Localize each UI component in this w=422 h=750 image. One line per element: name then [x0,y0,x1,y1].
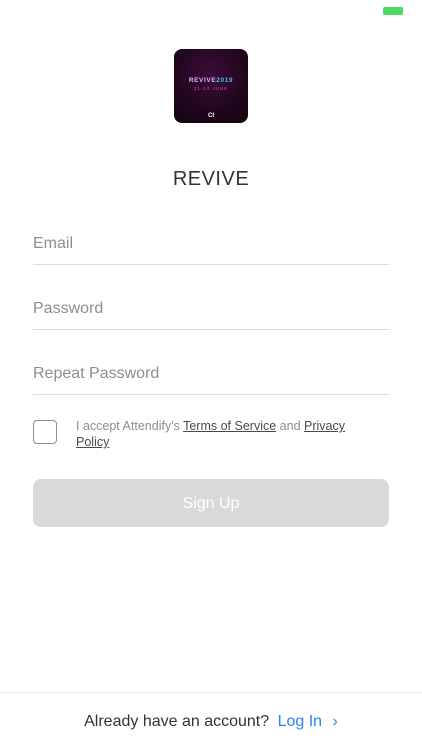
terms-of-service-link[interactable]: Terms of Service [183,419,276,433]
terms-prefix: I accept Attendify's [76,419,184,433]
repeat-password-field [33,354,389,395]
battery-icon [383,7,403,15]
password-input[interactable] [33,289,389,329]
signup-screen: REVIVE2019 21-23 JUNE CI REVIVE I accept… [0,0,422,750]
footer: Already have an account? Log In › [0,692,422,750]
logo-year: 2019 [216,77,234,84]
terms-text: I accept Attendify's Terms of Service an… [76,418,376,450]
repeat-password-input[interactable] [33,354,389,394]
email-input[interactable] [33,224,389,264]
app-logo: REVIVE2019 21-23 JUNE CI [174,49,248,123]
page-title: REVIVE [172,168,250,190]
log-in-link[interactable]: Log In [278,713,322,730]
logo-title: REVIVE2019 [174,77,248,84]
logo-word: REVIVE [188,77,217,84]
logo-dates: 21-23 JUNE [193,86,229,91]
terms-checkbox[interactable] [33,420,57,444]
email-field [33,224,389,265]
password-field [33,289,389,330]
terms-middle: and [276,419,304,433]
login-prompt: Already have an account? [84,713,270,730]
chevron-right-icon[interactable]: › [333,693,338,750]
logo-mark: CI [208,113,214,119]
sign-up-button[interactable]: Sign Up [33,479,389,527]
